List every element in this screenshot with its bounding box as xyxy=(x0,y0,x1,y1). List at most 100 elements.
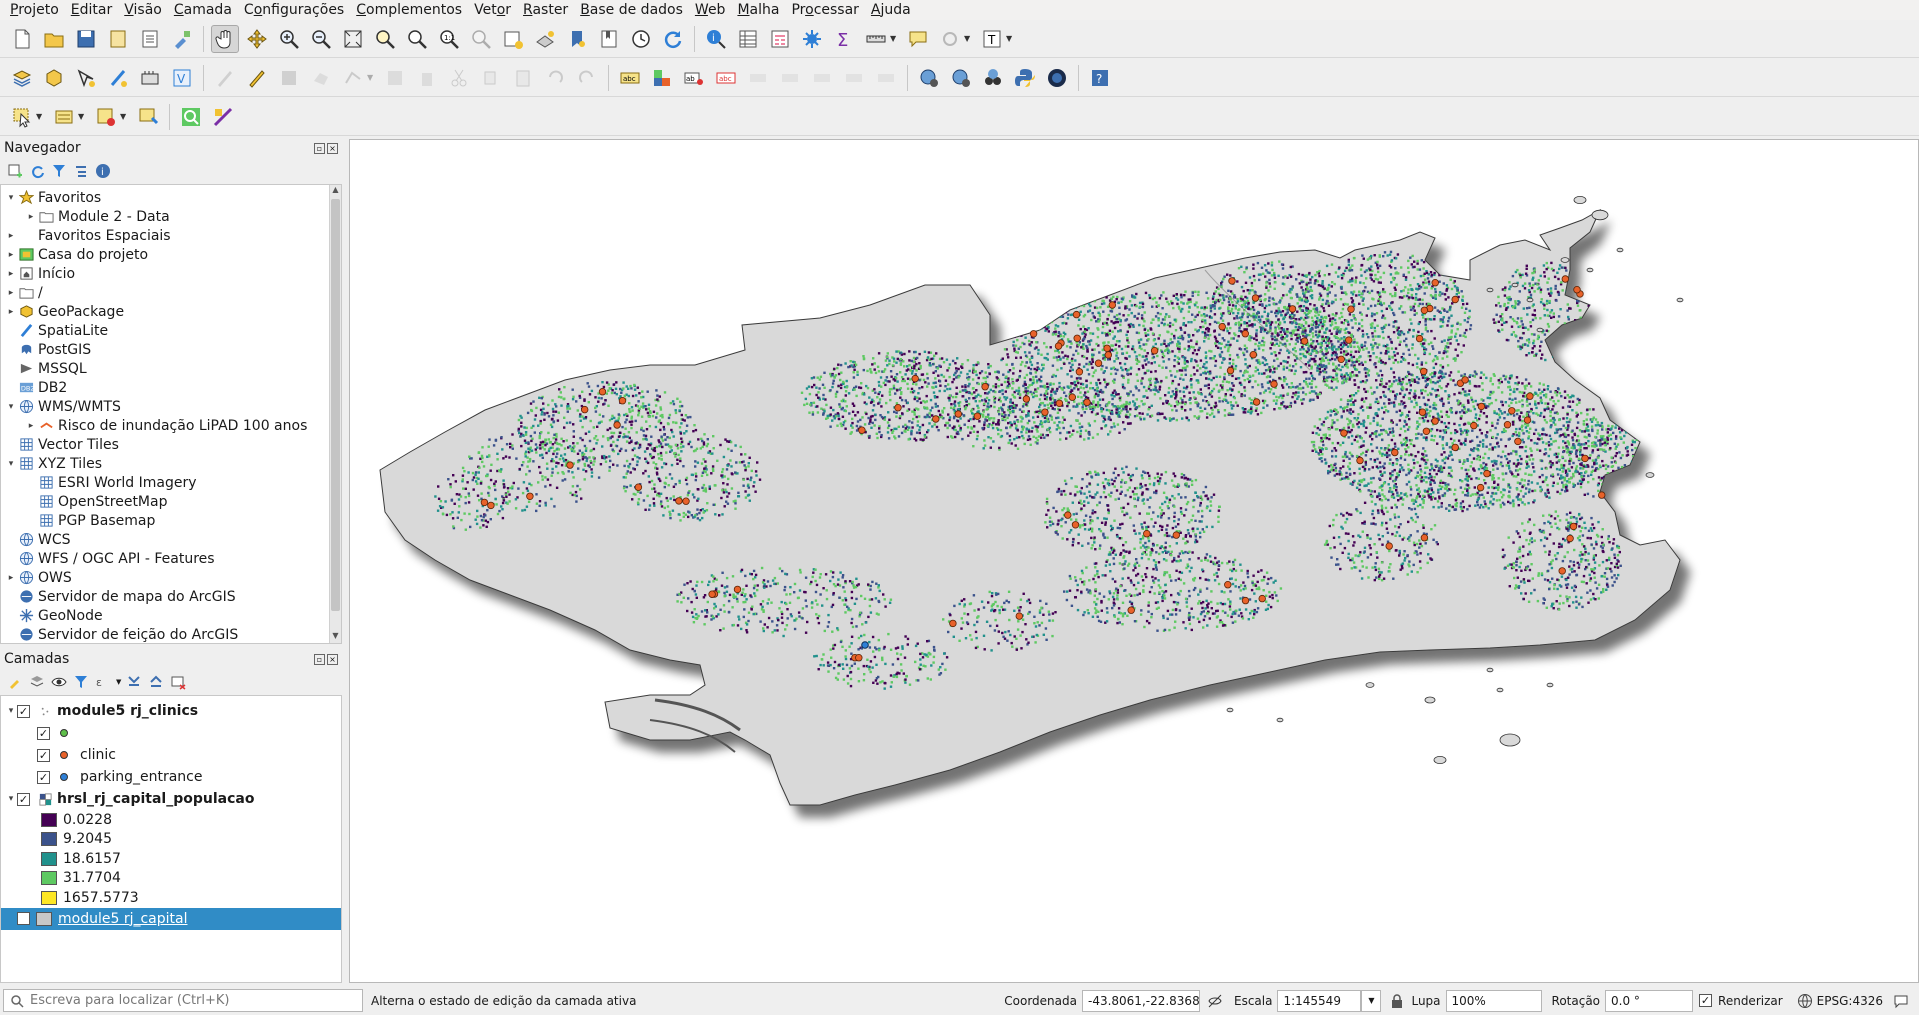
legend-ramp-item[interactable]: 1657.5773 xyxy=(1,888,341,908)
menu-item-editar[interactable]: Editar xyxy=(65,2,118,18)
navigator-item[interactable]: WCS xyxy=(1,530,341,549)
chevron-right-icon[interactable]: ▸ xyxy=(5,288,17,298)
temporal-controller-icon[interactable] xyxy=(627,25,655,53)
chevron-down-icon[interactable]: ▼ xyxy=(890,34,898,43)
redo-icon[interactable] xyxy=(573,64,601,92)
visibility-checkbox[interactable]: ✓ xyxy=(17,912,30,925)
navigator-item[interactable]: Servidor de feição do ArcGIS xyxy=(1,625,341,643)
decorations-icon[interactable] xyxy=(936,25,964,53)
qgis-cloud-globe-icon[interactable] xyxy=(1043,64,1071,92)
chevron-right-icon[interactable]: ▸ xyxy=(25,212,37,222)
close-panel-icon[interactable]: × xyxy=(327,653,338,665)
navigator-item[interactable]: ▾ Favoritos xyxy=(1,188,341,207)
navigator-item[interactable]: MSSQL xyxy=(1,359,341,378)
navigator-item[interactable]: Servidor de mapa do ArcGIS xyxy=(1,587,341,606)
label-properties-icon[interactable] xyxy=(872,64,900,92)
label-toolbar-icon[interactable]: abc xyxy=(616,64,644,92)
help-icon[interactable]: ? xyxy=(1086,64,1114,92)
new-map-view-icon[interactable] xyxy=(499,25,527,53)
map-tips-icon[interactable] xyxy=(904,25,932,53)
menu-item-visão[interactable]: Visão xyxy=(118,2,168,18)
legend-symbol-item[interactable]: ✓ parking_entrance xyxy=(1,766,341,788)
diagram-options-icon[interactable] xyxy=(648,64,676,92)
navigator-item[interactable]: WFS / OGC API - Features xyxy=(1,549,341,568)
chevron-down-icon[interactable]: ▼ xyxy=(78,112,86,121)
remove-layer-icon[interactable] xyxy=(169,673,187,691)
navigator-item[interactable]: ▸ Início xyxy=(1,264,341,283)
layout-manager-icon[interactable] xyxy=(136,25,164,53)
scale-combobox[interactable]: 1:145549 xyxy=(1277,989,1362,1012)
navigator-item[interactable]: ▸ Favoritos Espaciais xyxy=(1,226,341,245)
show-hide-labels-icon[interactable]: abc xyxy=(712,64,740,92)
pin-label-icon[interactable] xyxy=(840,64,868,92)
float-panel-icon[interactable]: ▫ xyxy=(314,653,325,665)
menu-item-base-de-dados[interactable]: Base de dados xyxy=(574,2,689,18)
visibility-checkbox[interactable]: ✓ xyxy=(17,792,30,806)
delete-selected-icon[interactable] xyxy=(413,64,441,92)
chevron-down-icon[interactable]: ▾ xyxy=(5,402,17,412)
layer-item[interactable]: ▾ ✓ module5 rj_clinics xyxy=(1,700,341,722)
layer-item[interactable]: ✓ module5 rj_capital xyxy=(1,907,341,930)
zoom-to-layer-icon[interactable] xyxy=(403,25,431,53)
coordinate-field[interactable]: -43.8061,-22.8368 xyxy=(1081,989,1200,1012)
chevron-down-icon[interactable]: ▾ xyxy=(5,794,17,804)
chevron-down-icon[interactable]: ▾ xyxy=(5,193,17,203)
navigator-scrollbar[interactable]: ▲ ▼ xyxy=(329,185,341,643)
menu-item-processar[interactable]: Processar xyxy=(785,2,864,18)
add-wms-layer-icon[interactable] xyxy=(915,64,943,92)
crs-globe-icon[interactable] xyxy=(1797,993,1813,1009)
data-source-manager-icon[interactable] xyxy=(8,64,36,92)
add-selected-layers-icon[interactable] xyxy=(6,162,24,180)
add-wfs-layer-icon[interactable] xyxy=(947,64,975,92)
menu-item-projeto[interactable]: Projeto xyxy=(4,2,65,18)
legend-ramp-item[interactable]: 31.7704 xyxy=(1,869,341,889)
magnifier-spinbox[interactable]: 100% xyxy=(1445,989,1542,1012)
rotation-spinbox[interactable]: 0.0 ° xyxy=(1605,989,1694,1012)
navigator-item[interactable]: SpatiaLite xyxy=(1,321,341,340)
metasearch-icon[interactable] xyxy=(979,64,1007,92)
undo-icon[interactable] xyxy=(541,64,569,92)
menu-item-web[interactable]: Web xyxy=(689,2,732,18)
filter-expression-icon[interactable]: ε xyxy=(94,673,112,691)
zoom-native-icon[interactable]: 1:1 xyxy=(435,25,463,53)
paste-features-icon[interactable] xyxy=(509,64,537,92)
map-canvas[interactable] xyxy=(349,139,1919,983)
locator-search-input[interactable]: Escreva para localizar (Ctrl+K) xyxy=(3,989,363,1012)
zoom-full-icon[interactable] xyxy=(339,25,367,53)
chevron-right-icon[interactable]: ▸ xyxy=(5,269,17,279)
menu-item-raster[interactable]: Raster xyxy=(517,2,574,18)
collapse-all-icon[interactable] xyxy=(72,162,90,180)
menu-item-complementos[interactable]: Complementos xyxy=(350,2,468,18)
field-calculator-ruler-icon[interactable] xyxy=(209,103,237,131)
save-project-icon[interactable] xyxy=(72,25,100,53)
new-virtual-layer-icon[interactable]: V xyxy=(168,64,196,92)
processing-toolbox-icon[interactable] xyxy=(798,25,826,53)
navigator-item[interactable]: ▾ WMS/WMTS xyxy=(1,397,341,416)
navigator-item[interactable]: DB2 DB2 xyxy=(1,378,341,397)
rotate-label-icon[interactable] xyxy=(776,64,804,92)
cut-features-icon[interactable] xyxy=(445,64,473,92)
style-manager-icon[interactable] xyxy=(168,25,196,53)
visibility-checkbox[interactable]: ✓ xyxy=(17,704,30,718)
navigator-item[interactable]: GeoNode xyxy=(1,606,341,625)
zoom-to-selection-icon[interactable] xyxy=(371,25,399,53)
menu-item-configurações[interactable]: Configurações xyxy=(238,2,350,18)
collapse-all-icon[interactable] xyxy=(147,673,165,691)
navigator-item[interactable]: PGP Basemap xyxy=(1,511,341,530)
toggle-editing-pencil-icon[interactable] xyxy=(243,64,271,92)
manage-map-themes-eye-icon[interactable] xyxy=(50,673,68,691)
select-by-location-icon[interactable] xyxy=(134,103,162,131)
chevron-right-icon[interactable]: ▸ xyxy=(5,307,17,317)
navigator-item[interactable]: OpenStreetMap xyxy=(1,492,341,511)
crs-label[interactable]: EPSG:4326 xyxy=(1817,994,1883,1008)
chevron-right-icon[interactable]: ▸ xyxy=(5,573,17,583)
visibility-checkbox[interactable]: ✓ xyxy=(37,748,50,762)
navigator-item[interactable]: ▸ Casa do projeto xyxy=(1,245,341,264)
layer-styling-icon[interactable] xyxy=(6,673,24,691)
menu-item-vetor[interactable]: Vetor xyxy=(468,2,517,18)
visibility-checkbox[interactable]: ✓ xyxy=(37,726,50,740)
toggle-extents-icon[interactable] xyxy=(1206,992,1224,1010)
text-annotation-icon[interactable]: T xyxy=(978,25,1006,53)
identify-features-icon[interactable]: i xyxy=(702,25,730,53)
save-edits-icon[interactable] xyxy=(275,64,303,92)
